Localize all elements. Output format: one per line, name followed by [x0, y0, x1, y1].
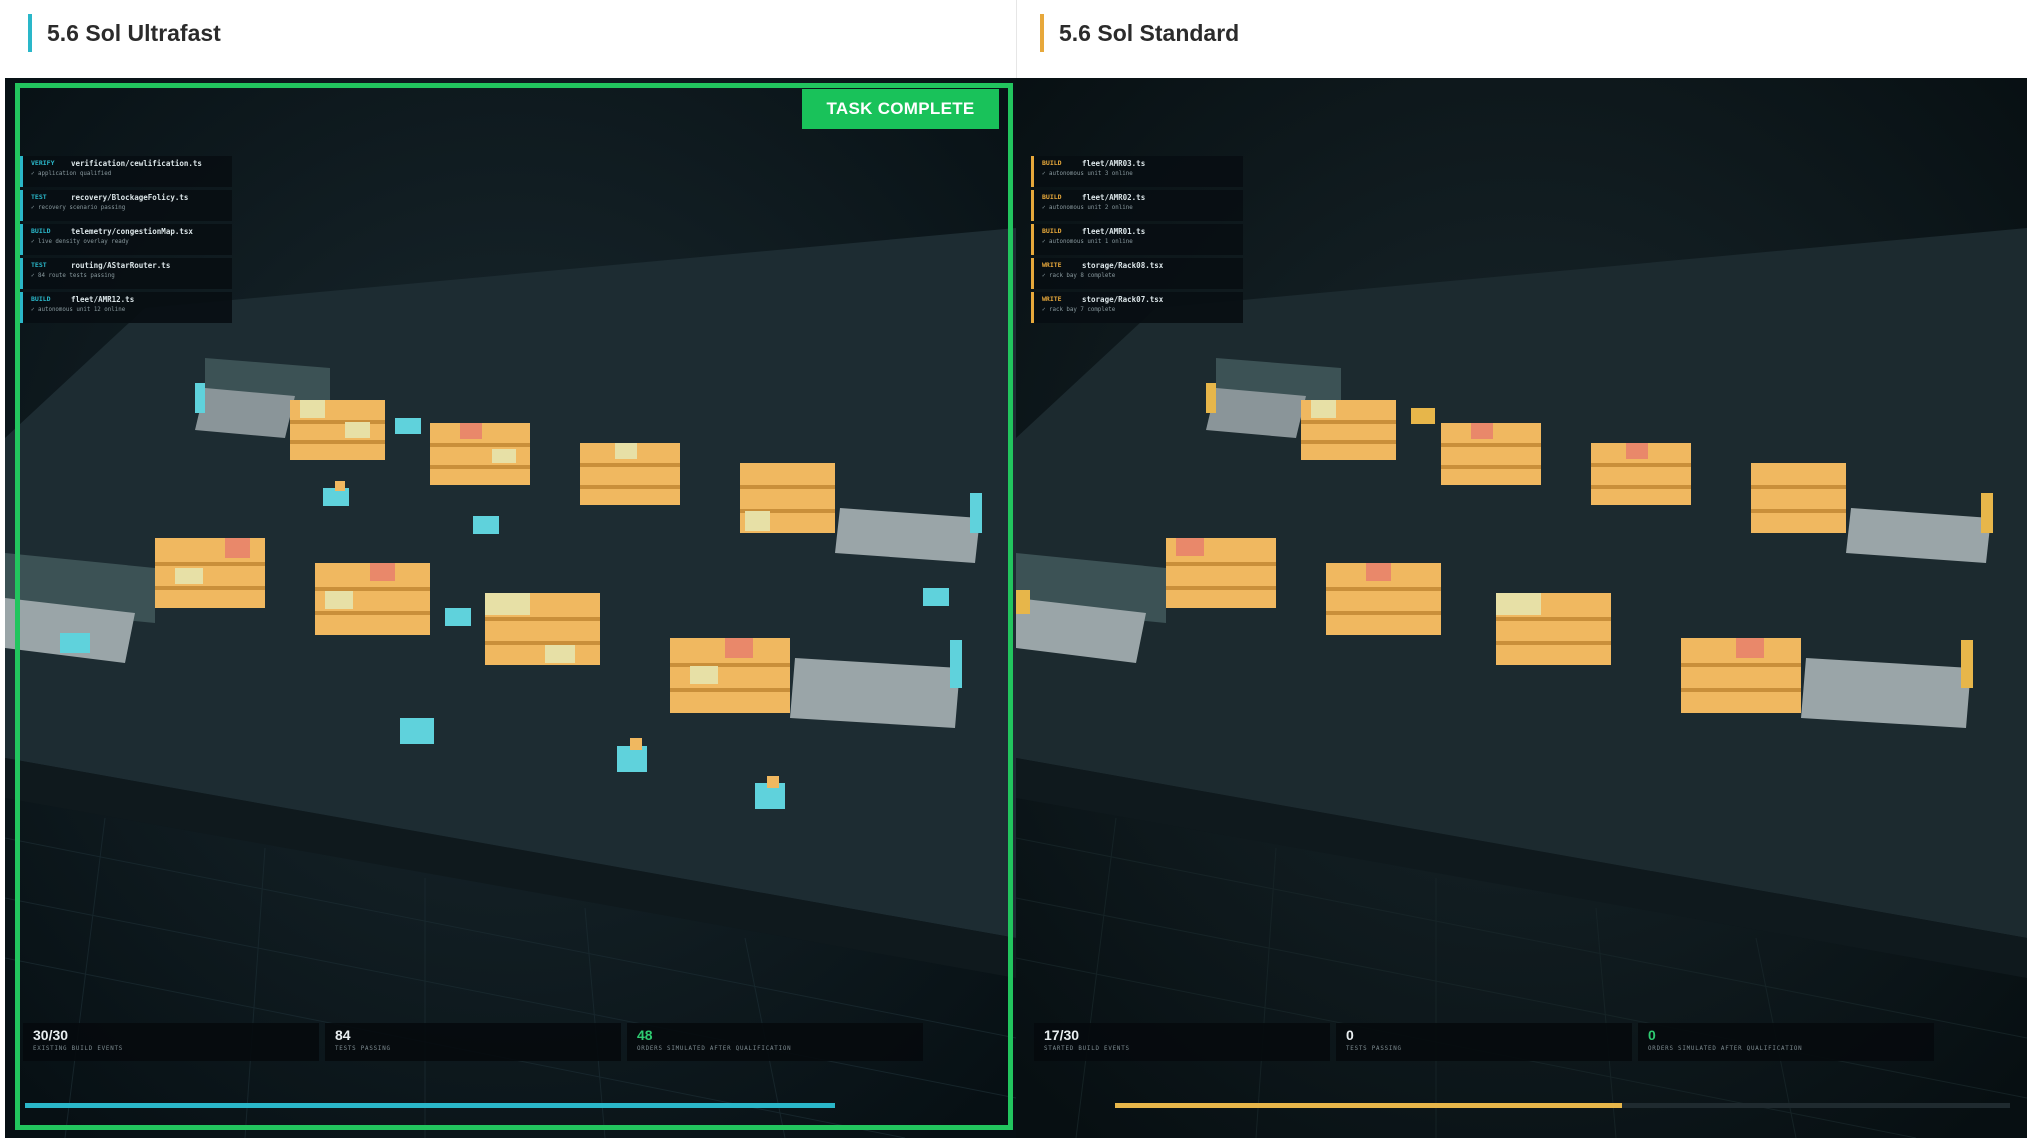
log-kind: BUILD [31, 227, 51, 235]
log-file: fleet/AMR02.ts [1082, 193, 1146, 202]
ultrafast-accent-bar [28, 14, 32, 52]
stat-value: 30/30 [33, 1027, 69, 1043]
log-item: TEST routing/AStarRouter.ts ✓ 84 route te… [20, 258, 232, 289]
log-item: VERIFY verification/cewlification.ts ✓ ap… [20, 156, 232, 187]
log-file: storage/Rack07.tsx [1082, 295, 1164, 304]
log-note: ✓ rack bay 7 complete [1042, 307, 1116, 313]
log-note: ✓ rack bay 8 complete [1042, 273, 1116, 279]
stat-value: 17/30 [1044, 1027, 1080, 1043]
log-file: fleet/AMR01.ts [1082, 227, 1146, 236]
standard-progress-bar [1115, 1103, 2010, 1108]
stat-label: ORDERS SIMULATED AFTER QUALIFICATION [637, 1046, 792, 1052]
stat-label: STARTED BUILD EVENTS [1044, 1046, 1130, 1052]
log-item: WRITE storage/Rack07.tsx ✓ rack bay 7 com… [1031, 292, 1243, 323]
log-kind: BUILD [1042, 193, 1062, 201]
log-file: storage/Rack08.tsx [1082, 261, 1164, 270]
log-kind: BUILD [1042, 159, 1062, 167]
log-item: BUILD fleet/AMR12.ts ✓ autonomous unit 12… [20, 292, 232, 323]
log-note: ✓ autonomous unit 1 online [1042, 239, 1133, 245]
log-note: ✓ 84 route tests passing [31, 273, 115, 279]
log-note: ✓ live density overlay ready [31, 239, 129, 245]
log-kind: TEST [31, 261, 47, 269]
stat-label: EXISTING BUILD EVENTS [33, 1046, 124, 1052]
ultrafast-progress-fill [25, 1103, 835, 1108]
log-kind: TEST [31, 193, 47, 201]
log-item: TEST recovery/BlockageFolicy.ts ✓ recover… [20, 190, 232, 221]
log-file: verification/cewlification.ts [71, 159, 202, 168]
stat-value: 0 [1346, 1027, 1354, 1043]
stat-orders-simulated: 48 ORDERS SIMULATED AFTER QUALIFICATION [627, 1023, 923, 1061]
log-file: telemetry/congestionMap.tsx [71, 227, 193, 236]
log-kind: WRITE [1042, 295, 1062, 303]
log-note: ✓ recovery scenario passing [31, 205, 126, 211]
stat-build-events: 30/30 EXISTING BUILD EVENTS [23, 1023, 319, 1061]
standard-activity-log: BUILD fleet/AMR03.ts ✓ autonomous unit 3 … [1031, 156, 1243, 326]
log-note: ✓ autonomous unit 3 online [1042, 171, 1133, 177]
ultrafast-panel: VERIFY verification/cewlification.ts ✓ ap… [5, 78, 1016, 1138]
log-file: fleet/AMR12.ts [71, 295, 135, 304]
stat-orders-simulated: 0 ORDERS SIMULATED AFTER QUALIFICATION [1638, 1023, 1934, 1061]
log-kind: BUILD [31, 295, 51, 303]
standard-title: 5.6 Sol Standard [1040, 14, 1239, 52]
log-file: fleet/AMR03.ts [1082, 159, 1146, 168]
log-note: ✓ autonomous unit 12 online [31, 307, 126, 313]
ultrafast-title-text: 5.6 Sol Ultrafast [47, 19, 221, 46]
log-item: WRITE storage/Rack08.tsx ✓ rack bay 8 com… [1031, 258, 1243, 289]
stat-label: TESTS PASSING [1346, 1046, 1402, 1052]
task-complete-badge: TASK COMPLETE [802, 89, 999, 129]
log-note: ✓ autonomous unit 2 online [1042, 205, 1133, 211]
standard-progress-fill [1115, 1103, 1623, 1108]
stat-value: 84 [335, 1027, 351, 1043]
standard-accent-bar [1040, 14, 1044, 52]
stat-label: TESTS PASSING [335, 1046, 391, 1052]
standard-title-text: 5.6 Sol Standard [1059, 19, 1240, 46]
log-item: BUILD fleet/AMR03.ts ✓ autonomous unit 3 … [1031, 156, 1243, 187]
stat-tests-passing: 0 TESTS PASSING [1336, 1023, 1632, 1061]
stat-value: 0 [1648, 1027, 1656, 1043]
log-item: BUILD fleet/AMR02.ts ✓ autonomous unit 2 … [1031, 190, 1243, 221]
ultrafast-progress-bar [25, 1103, 925, 1108]
log-kind: BUILD [1042, 227, 1062, 235]
standard-panel: BUILD fleet/AMR03.ts ✓ autonomous unit 3 … [1016, 78, 2027, 1138]
log-kind: WRITE [1042, 261, 1062, 269]
ultrafast-title: 5.6 Sol Ultrafast [28, 14, 221, 52]
standard-stats: 17/30 STARTED BUILD EVENTS 0 TESTS PASSI… [1034, 1023, 1934, 1061]
log-item: BUILD fleet/AMR01.ts ✓ autonomous unit 1 … [1031, 224, 1243, 255]
ultrafast-stats: 30/30 EXISTING BUILD EVENTS 84 TESTS PAS… [23, 1023, 923, 1061]
stat-value: 48 [637, 1027, 653, 1043]
log-file: routing/AStarRouter.ts [71, 261, 171, 270]
stat-tests-passing: 84 TESTS PASSING [325, 1023, 621, 1061]
header-divider [1016, 0, 1017, 78]
conveyor-belt [1206, 388, 1306, 438]
conveyor-belt [195, 388, 295, 438]
stat-label: ORDERS SIMULATED AFTER QUALIFICATION [1648, 1046, 1803, 1052]
ultrafast-activity-log: VERIFY verification/cewlification.ts ✓ ap… [20, 156, 232, 326]
log-kind: VERIFY [31, 159, 55, 167]
log-note: ✓ application qualified [31, 171, 112, 177]
stat-build-events: 17/30 STARTED BUILD EVENTS [1034, 1023, 1330, 1061]
log-file: recovery/BlockageFolicy.ts [71, 193, 189, 202]
log-item: BUILD telemetry/congestionMap.tsx ✓ live … [20, 224, 232, 255]
